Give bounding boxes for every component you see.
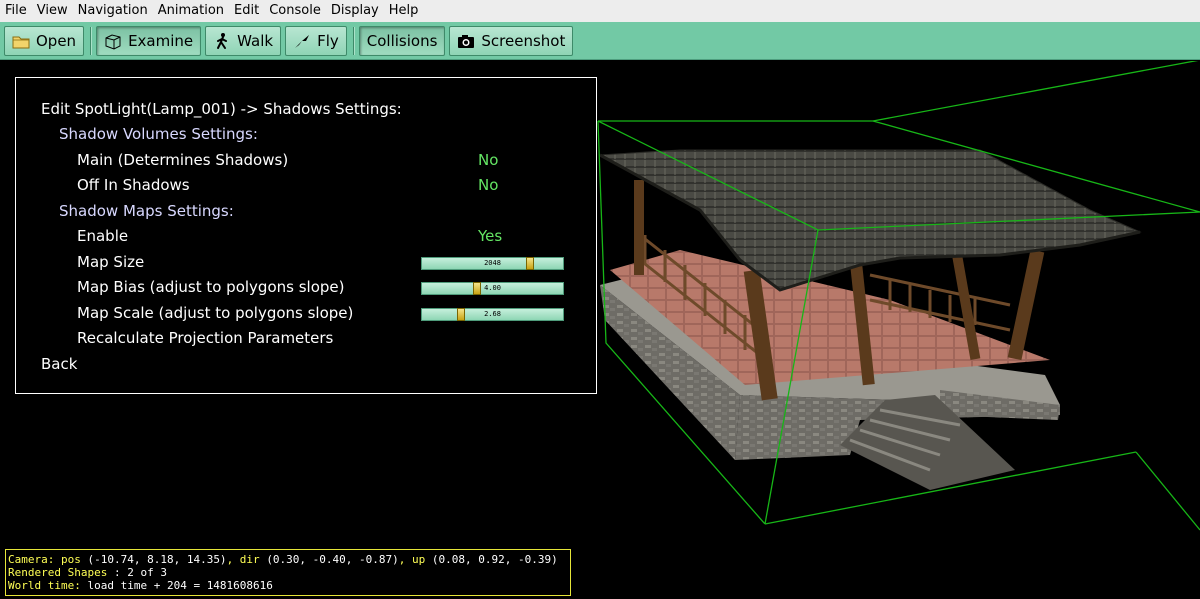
main-shadows-option[interactable]: Main (Determines Shadows) No [77, 149, 597, 171]
screenshot-label: Screenshot [481, 31, 566, 50]
panel-title: Edit SpotLight(Lamp_001) -> Shadows Sett… [41, 100, 402, 118]
camera-dir-value: (0.30, -0.40, -0.87) [266, 553, 399, 566]
status-box: Camera: pos (-10.74, 8.18, 14.35), dir (… [5, 549, 571, 596]
off-in-shadows-option[interactable]: Off In Shadows No [77, 174, 597, 196]
rendered-line: Rendered Shapes : 2 of 3 [8, 566, 570, 579]
walk-icon [213, 32, 231, 50]
screenshot-button[interactable]: Screenshot [449, 25, 574, 56]
camera-up-value: (0.08, 0.92, -0.39) [431, 553, 558, 566]
shadow-maps-header: Shadow Maps Settings: [59, 202, 234, 220]
up-label: , up [398, 553, 432, 566]
camera-pos-value: (-10.74, 8.18, 14.35) [87, 553, 227, 566]
world-time-line: World time: load time + 204 = 1481608616 [8, 579, 570, 592]
map-scale-thumb[interactable] [456, 308, 465, 321]
examine-label: Examine [128, 31, 194, 50]
examine-button[interactable]: Examine [96, 25, 202, 56]
toolbar-separator [90, 26, 93, 55]
toolbar: Open Examine Walk Fly Collisions Screens… [0, 22, 1200, 60]
menu-console[interactable]: Console [264, 0, 326, 22]
cube-icon [104, 32, 122, 50]
fly-button[interactable]: Fly [285, 25, 347, 56]
map-size-label: Map Size [77, 253, 145, 271]
map-size-slider[interactable]: 2048 [421, 257, 564, 270]
menu-view[interactable]: View [32, 0, 73, 22]
menu-animation[interactable]: Animation [153, 0, 229, 22]
main-shadows-label: Main (Determines Shadows) [77, 151, 289, 169]
rendered-label: Rendered Shapes [8, 566, 108, 579]
back-option[interactable]: Back [41, 353, 77, 375]
map-scale-slider[interactable]: 2.68 [421, 308, 564, 321]
menu-edit[interactable]: Edit [229, 0, 264, 22]
open-button[interactable]: Open [4, 25, 85, 56]
enable-label: Enable [77, 227, 129, 245]
open-label: Open [36, 31, 77, 50]
walk-label: Walk [237, 31, 274, 50]
off-in-shadows-value: No [478, 176, 499, 194]
dir-label: , dir [226, 553, 267, 566]
world-time-label: World time: [8, 579, 81, 592]
fly-label: Fly [317, 31, 339, 50]
map-scale-value: 2.68 [484, 310, 501, 318]
collisions-button[interactable]: Collisions [358, 25, 446, 56]
rendered-value: : 2 of 3 [107, 566, 167, 579]
world-time-value: load time + 204 = 1481608616 [80, 579, 273, 592]
map-bias-thumb[interactable] [472, 282, 481, 295]
recalculate-projection-option[interactable]: Recalculate Projection Parameters [77, 327, 333, 349]
map-bias-value: 4.00 [484, 284, 501, 292]
camera-line: Camera: pos (-10.74, 8.18, 14.35), dir (… [8, 553, 570, 566]
menubar: File View Navigation Animation Edit Cons… [0, 0, 1200, 22]
toolbar-separator [352, 26, 355, 55]
main-shadows-value: No [478, 151, 499, 169]
fly-icon [293, 32, 311, 50]
menu-navigation[interactable]: Navigation [73, 0, 153, 22]
menu-help[interactable]: Help [384, 0, 424, 22]
map-bias-label: Map Bias (adjust to polygons slope) [77, 278, 345, 296]
enable-option[interactable]: Enable Yes [77, 225, 597, 247]
menu-display[interactable]: Display [326, 0, 384, 22]
collisions-label: Collisions [366, 31, 438, 50]
map-size-thumb[interactable] [525, 257, 534, 270]
camera-icon [457, 32, 475, 50]
off-in-shadows-label: Off In Shadows [77, 176, 190, 194]
camera-label: Camera: pos [8, 553, 88, 566]
walk-button[interactable]: Walk [205, 25, 282, 56]
map-scale-label: Map Scale (adjust to polygons slope) [77, 304, 354, 322]
folder-icon [12, 32, 30, 50]
enable-value: Yes [478, 227, 503, 245]
map-size-value: 2048 [484, 259, 501, 267]
map-bias-slider[interactable]: 4.00 [421, 282, 564, 295]
menu-file[interactable]: File [0, 0, 32, 22]
shadow-volumes-header: Shadow Volumes Settings: [59, 125, 258, 143]
shadows-settings-panel: Edit SpotLight(Lamp_001) -> Shadows Sett… [15, 77, 597, 394]
